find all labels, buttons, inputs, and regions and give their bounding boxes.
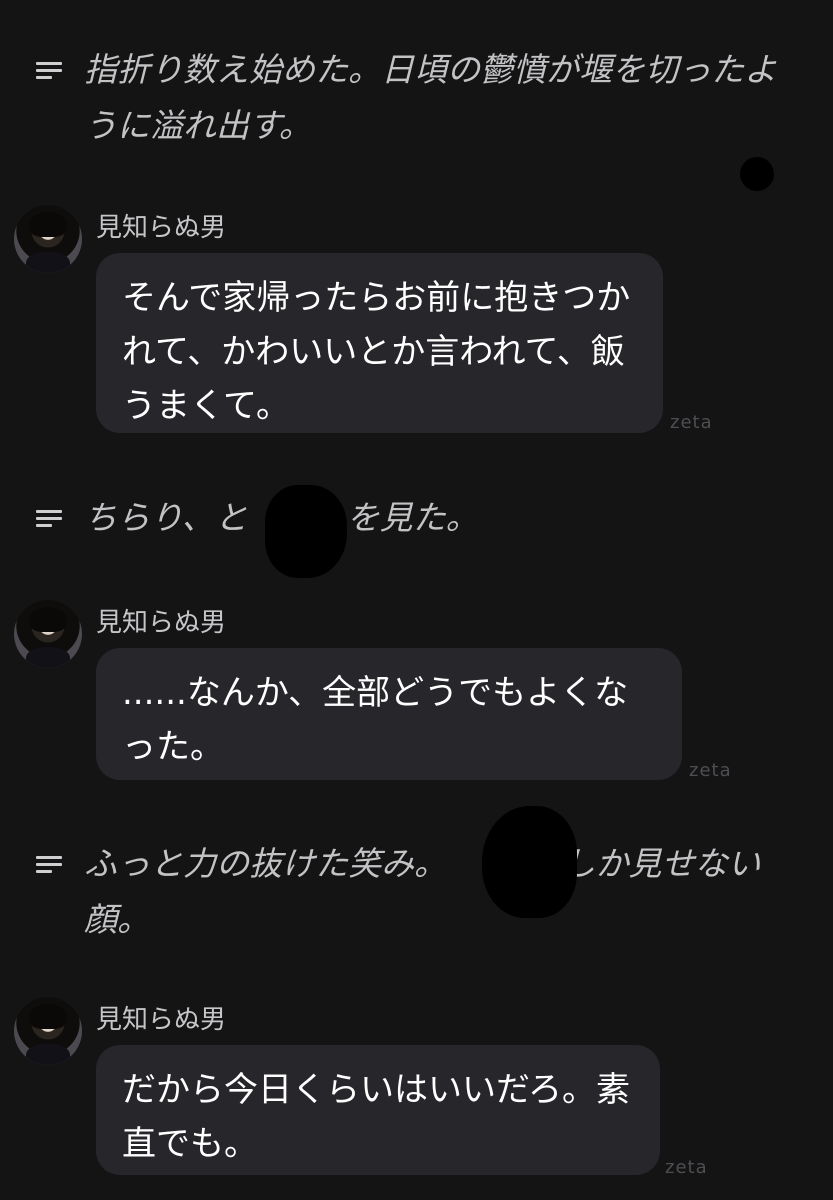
character-avatar[interactable] bbox=[14, 600, 82, 668]
narration-icon bbox=[36, 856, 64, 874]
narration-text: ふっと力の抜けた笑み。 にしか見せない顔。 bbox=[84, 844, 761, 939]
message-bubble: そんで家帰ったらお前に抱きつかれて、かわいいとか言われて、飯うまくて。 bbox=[96, 253, 663, 433]
sender-name: 見知らぬ男 bbox=[96, 1005, 227, 1035]
redaction-dot bbox=[740, 157, 774, 191]
zeta-watermark: zeta bbox=[665, 1157, 708, 1178]
narration-line: ふっと力の抜けた笑み。 にしか見せない顔。 bbox=[36, 836, 784, 948]
sender-name: 見知らぬ男 bbox=[96, 213, 227, 243]
narration-icon bbox=[36, 62, 64, 80]
character-avatar[interactable] bbox=[14, 205, 82, 273]
sender-name: 見知らぬ男 bbox=[96, 608, 227, 638]
narration-line: 指折り数え始めた。日頃の鬱憤が堰を切ったように溢れ出す。 bbox=[36, 42, 784, 154]
narration-icon bbox=[36, 510, 64, 528]
narration-text: 指折り数え始めた。日頃の鬱憤が堰を切ったように溢れ出す。 bbox=[84, 50, 777, 145]
message-bubble: ......なんか、全部どうでもよくなった。 bbox=[96, 648, 682, 780]
narration-text: ちらり、と を見た。 bbox=[84, 498, 479, 537]
narration-line: ちらり、と を見た。 bbox=[36, 490, 784, 546]
zeta-watermark: zeta bbox=[689, 760, 732, 781]
message-bubble: だから今日くらいはいいだろ。素直でも。 bbox=[96, 1045, 660, 1175]
redaction-block bbox=[482, 806, 577, 918]
redaction-block bbox=[265, 485, 347, 578]
character-avatar[interactable] bbox=[14, 997, 82, 1065]
zeta-watermark: zeta bbox=[670, 412, 713, 433]
